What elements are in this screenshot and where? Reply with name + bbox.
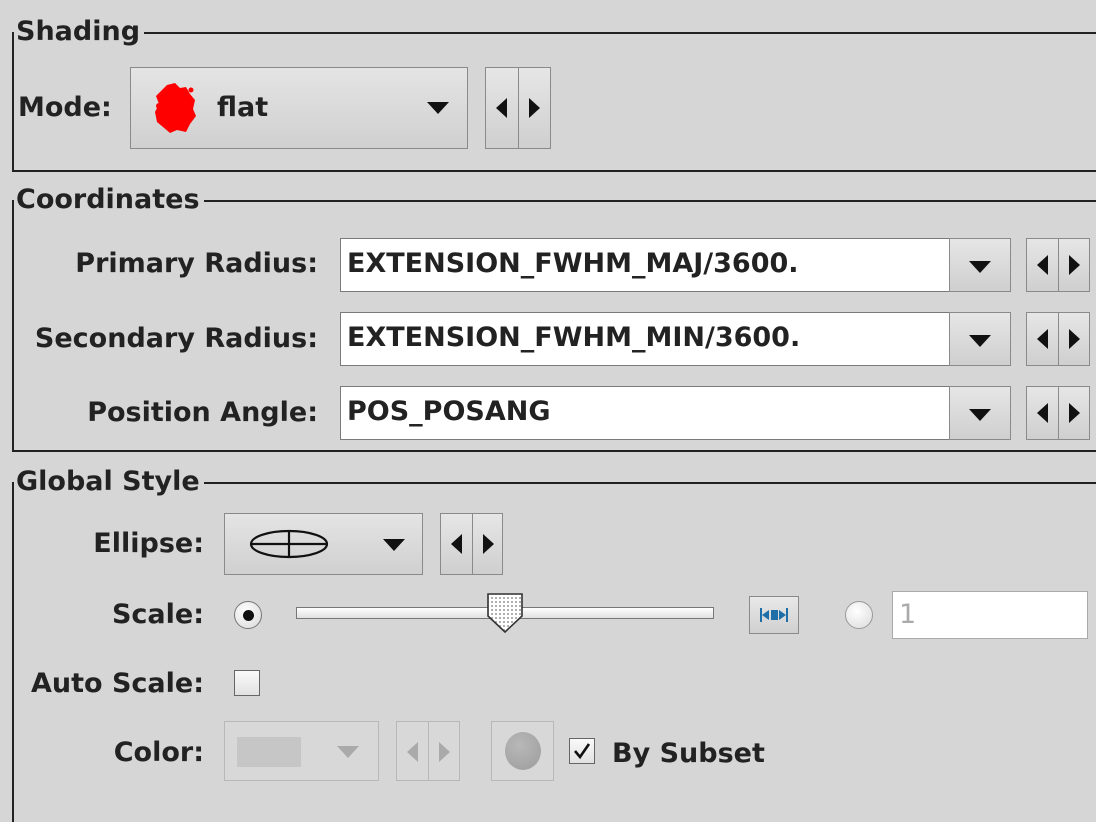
coordinates-title: Coordinates (14, 185, 204, 215)
next-button[interactable] (1058, 239, 1090, 291)
ellipse-combo[interactable] (224, 513, 423, 575)
mode-combo[interactable]: flat (130, 67, 468, 149)
scale-label: Scale: (111, 599, 204, 630)
global-style-title: Global Style (14, 467, 204, 497)
arrow-left-icon (1037, 255, 1048, 275)
next-button[interactable] (518, 68, 551, 148)
chevron-down-icon (969, 335, 991, 347)
ellipse-crosshair-icon (249, 529, 329, 559)
chevron-down-icon (427, 102, 449, 114)
position-angle-arrows[interactable] (1026, 386, 1090, 440)
primary-radius-label: Primary Radius: (75, 248, 318, 279)
next-button[interactable] (471, 514, 504, 574)
prev-button[interactable] (397, 722, 428, 780)
primary-radius-arrows[interactable] (1026, 238, 1090, 292)
secondary-radius-label: Secondary Radius: (34, 323, 318, 354)
position-angle-dropdown[interactable] (949, 386, 1011, 440)
color-circle-icon (505, 732, 541, 770)
secondary-radius-dropdown[interactable] (949, 312, 1011, 366)
scale-slider[interactable] (296, 593, 716, 636)
arrow-right-icon (1069, 329, 1080, 349)
next-button[interactable] (428, 722, 460, 780)
arrow-left-icon (451, 534, 462, 554)
next-button[interactable] (1058, 387, 1090, 439)
color-arrows[interactable] (396, 721, 460, 781)
chevron-down-icon (337, 746, 359, 758)
arrow-right-icon (1069, 255, 1080, 275)
auto-scale-label: Auto Scale: (30, 668, 204, 699)
ellipse-label: Ellipse: (93, 528, 204, 559)
ellipse-arrows[interactable] (440, 513, 503, 575)
scale-reset-button[interactable] (749, 596, 799, 634)
checkmark-icon (574, 743, 591, 760)
color-label: Color: (113, 737, 204, 768)
prev-button[interactable] (1027, 239, 1058, 291)
prev-button[interactable] (1027, 313, 1058, 365)
by-subset-label: By Subset (612, 738, 765, 769)
position-angle-label: Position Angle: (87, 397, 318, 428)
secondary-radius-field[interactable]: EXTENSION_FWHM_MIN/3600. (340, 312, 950, 366)
scale-value-field[interactable]: 1 (892, 591, 1088, 639)
fit-width-icon (760, 608, 788, 622)
arrow-right-icon (439, 742, 450, 762)
next-button[interactable] (1058, 313, 1090, 365)
mode-value: flat (217, 92, 269, 123)
arrow-right-icon (482, 534, 494, 554)
prev-button[interactable] (486, 68, 518, 148)
arrow-left-icon (407, 742, 418, 762)
arrow-left-icon (1037, 403, 1048, 423)
mode-label: Mode: (18, 92, 112, 123)
color-chooser-button[interactable] (491, 721, 554, 781)
position-angle-field[interactable]: POS_POSANG (340, 386, 950, 440)
color-swatch (237, 737, 301, 767)
radio-selected-dot (243, 610, 254, 621)
prev-button[interactable] (441, 514, 472, 574)
red-blob-icon (155, 83, 196, 133)
color-combo[interactable] (224, 721, 379, 781)
arrow-left-icon (1037, 329, 1048, 349)
arrow-left-icon (496, 98, 507, 118)
chevron-down-icon (383, 539, 405, 551)
primary-radius-dropdown[interactable] (949, 238, 1011, 292)
scale-slider-radio[interactable] (234, 601, 262, 629)
chevron-down-icon (969, 409, 991, 421)
scale-value-radio[interactable] (845, 601, 873, 629)
arrow-right-icon (1069, 403, 1080, 423)
chevron-down-icon (969, 261, 991, 273)
slider-thumb[interactable] (486, 592, 524, 634)
mode-arrows[interactable] (485, 67, 551, 149)
by-subset-checkbox[interactable] (569, 738, 595, 764)
arrow-right-icon (529, 98, 540, 118)
prev-button[interactable] (1027, 387, 1058, 439)
secondary-radius-arrows[interactable] (1026, 312, 1090, 366)
shading-title: Shading (14, 17, 145, 47)
auto-scale-checkbox[interactable] (234, 670, 260, 696)
primary-radius-field[interactable]: EXTENSION_FWHM_MAJ/3600. (340, 238, 950, 292)
